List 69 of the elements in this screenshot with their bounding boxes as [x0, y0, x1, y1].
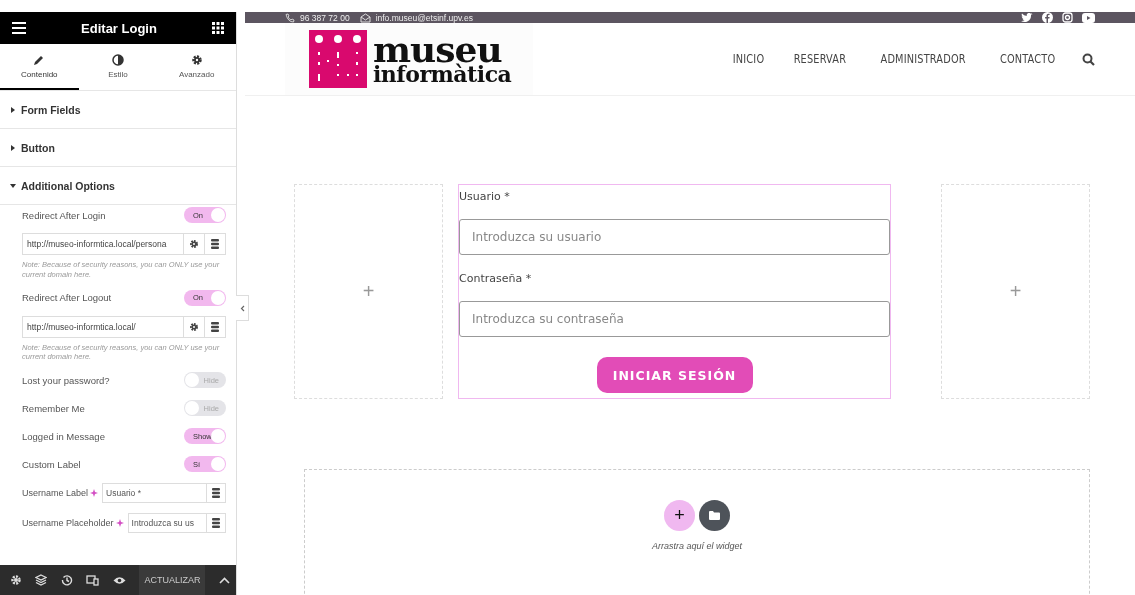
drop-hint: Arrastra aquí el widget — [651, 541, 742, 551]
layers-icon[interactable] — [35, 574, 48, 586]
envelope-icon — [359, 12, 371, 23]
responsive-icon[interactable] — [86, 574, 100, 586]
section-header[interactable]: Button — [0, 129, 236, 167]
add-plus: + — [362, 280, 375, 303]
add-plus: + — [1009, 280, 1022, 303]
control-label: Custom Label — [22, 458, 81, 470]
facebook-icon[interactable] — [1042, 12, 1053, 23]
search-icon[interactable] — [1082, 52, 1095, 66]
contrast-icon — [112, 53, 124, 66]
control-label: Redirect After Logout — [22, 292, 112, 303]
panel-tab[interactable]: Avanzado — [157, 44, 236, 90]
history-icon[interactable] — [60, 574, 73, 586]
caret-right-icon — [10, 106, 16, 113]
database-icon — [211, 321, 219, 332]
nav-link[interactable]: RESERVAR — [793, 52, 846, 66]
nav-link[interactable]: ADMINISTRADOR — [880, 52, 966, 66]
section-header[interactable]: Form Fields — [0, 91, 236, 129]
grid-icon[interactable] — [212, 22, 224, 34]
control-label: Remember Me — [22, 402, 85, 414]
control-label: Redirect After Login — [22, 209, 106, 221]
phone-number: 96 387 72 00 — [300, 12, 350, 23]
nav-link[interactable]: INICIO — [732, 52, 764, 66]
gear-icon — [189, 321, 199, 332]
menu-icon[interactable] — [12, 22, 26, 34]
phone-icon — [285, 12, 295, 23]
caret-down-icon — [10, 182, 16, 189]
template-library-button[interactable] — [699, 500, 730, 531]
sparkle-icon[interactable] — [115, 518, 126, 528]
dynamic-tags-button[interactable] — [206, 513, 226, 533]
password-input[interactable]: Introduzca su contraseña — [459, 301, 890, 337]
collapse-handle[interactable] — [236, 295, 249, 321]
login-button[interactable]: INICIAR SESIÓN — [596, 357, 753, 393]
field-label: Contraseña * — [459, 272, 533, 285]
panel-tab[interactable]: Estilo — [78, 44, 158, 90]
play-icon[interactable] — [1082, 12, 1095, 23]
pencil-icon — [33, 53, 46, 66]
control-label: Logged in Message — [22, 430, 105, 442]
caret-right-icon — [10, 144, 16, 151]
section-header[interactable]: Additional Options — [0, 167, 236, 205]
update-button[interactable]: ACTUALIZAR — [139, 565, 206, 595]
folder-icon — [709, 511, 720, 520]
settings-icon[interactable] — [10, 574, 22, 586]
logo-wordmark: informàtica — [373, 64, 512, 84]
panel-title: Editar Login — [80, 20, 158, 36]
database-icon — [212, 488, 220, 498]
gear-icon — [189, 239, 199, 249]
chevron-up-icon[interactable] — [218, 576, 230, 584]
username-input[interactable]: Introduzca su usuario — [459, 219, 890, 255]
control-label: Username Label — [22, 488, 89, 498]
control-label: Username Placeholder — [22, 518, 114, 528]
chevron-left-icon — [239, 304, 245, 312]
dot-grid-drawing — [309, 30, 367, 88]
database-icon — [211, 239, 219, 249]
panel-tab[interactable]: Contenido — [0, 44, 79, 90]
control-label: Lost your password? — [22, 374, 110, 386]
database-icon — [212, 518, 220, 528]
text-field[interactable]: Introduzca su us — [127, 513, 206, 533]
bird-icon[interactable] — [1021, 12, 1033, 23]
gear-icon — [190, 53, 203, 66]
eye-icon[interactable] — [112, 575, 126, 585]
nav-link[interactable]: CONTACTO — [999, 52, 1056, 66]
field-label: Usuario * — [459, 190, 511, 203]
email-address: info.museu@etsinf.upv.es — [375, 12, 473, 23]
dynamic-tags-button[interactable] — [206, 483, 226, 503]
camera-icon[interactable] — [1062, 12, 1073, 23]
add-widget-button[interactable]: + — [664, 500, 695, 531]
text-field[interactable]: Usuario * — [102, 483, 206, 503]
